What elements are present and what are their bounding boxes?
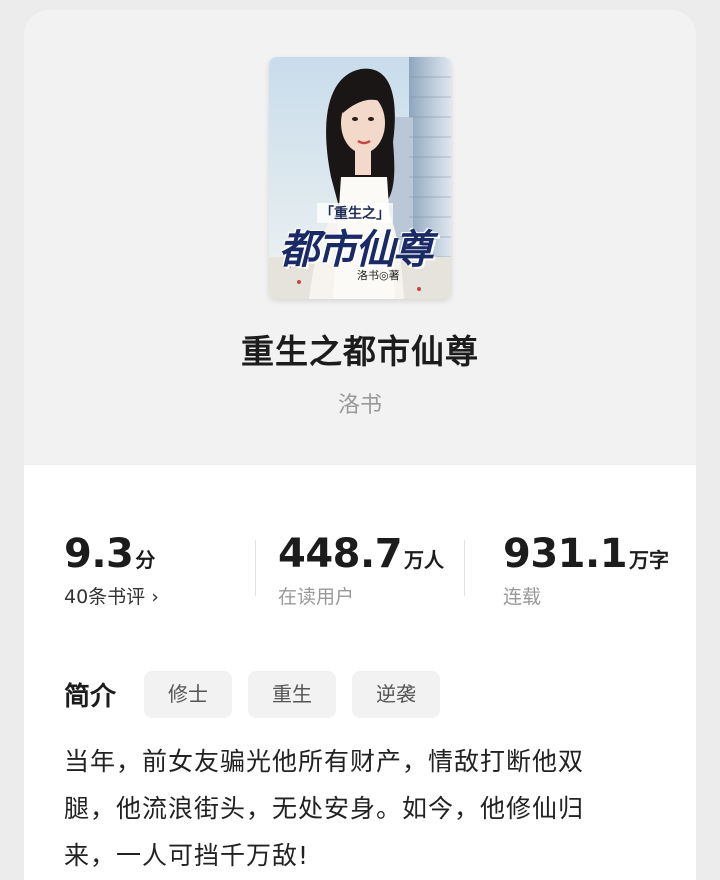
words-value: 931.1 xyxy=(503,531,628,577)
tag-comeback[interactable]: 逆袭 xyxy=(352,671,440,718)
rating-value: 9.3 xyxy=(64,531,134,577)
readers-label: 在读用户 xyxy=(278,586,355,608)
cover-author: 洛书◎著 xyxy=(357,269,400,282)
book-author[interactable]: 洛书 xyxy=(24,387,696,419)
book-cover[interactable]: 「重生之」 都市仙尊 洛书◎著 xyxy=(269,57,451,299)
description-line: 腿，他流浪街头，无处安身。如今，他修仙归 xyxy=(64,794,585,823)
stat-rating[interactable]: 9.3 分 40条书评 › xyxy=(64,530,159,609)
tag-cultivator[interactable]: 修士 xyxy=(144,671,232,718)
book-description: 当年，前女友骗光他所有财产，情敌打断他双 腿，他流浪街头，无处安身。如今，他修仙… xyxy=(64,738,664,879)
stat-words: 931.1 万字 连载 xyxy=(503,530,669,609)
cover-title: 都市仙尊 xyxy=(279,227,433,273)
stat-divider xyxy=(464,540,465,596)
status-label: 连载 xyxy=(503,586,542,608)
words-unit: 万字 xyxy=(629,548,670,572)
description-line: 来，一人可挡千万敌! xyxy=(64,841,310,870)
stat-divider xyxy=(255,540,256,596)
rating-unit: 分 xyxy=(135,548,156,572)
tag-rebirth[interactable]: 重生 xyxy=(248,671,336,718)
book-title: 重生之都市仙尊 xyxy=(241,332,479,371)
readers-value: 448.7 xyxy=(278,531,403,577)
stat-readers: 448.7 万人 在读用户 xyxy=(278,530,444,609)
book-header: 「重生之」 都市仙尊 洛书◎著 重生之都市仙尊 洛书 xyxy=(24,10,696,465)
intro-heading: 简介 xyxy=(64,682,117,712)
readers-unit: 万人 xyxy=(404,548,445,572)
description-line: 当年，前女友骗光他所有财产，情敌打断他双 xyxy=(64,747,585,776)
review-count-link[interactable]: 40条书评 › xyxy=(64,582,159,609)
